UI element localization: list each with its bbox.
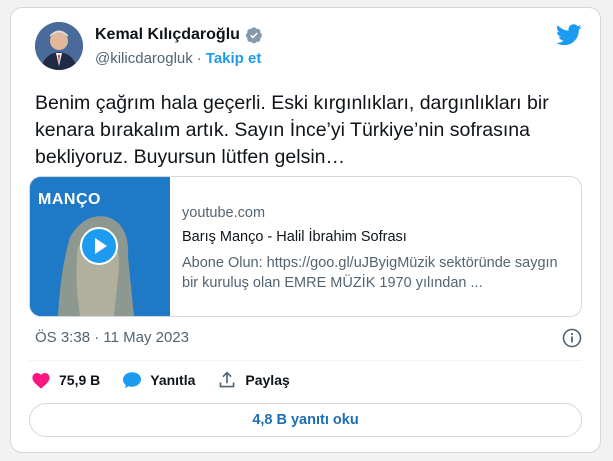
tweet-card: Kemal Kılıçdaroğlu @kilicdarogluk · Takip …	[10, 7, 601, 453]
reply-label: Yanıtla	[150, 372, 196, 388]
tweet-text: Benim çağrım hala geçerli. Eski kırgınlı…	[35, 92, 549, 168]
share-icon	[220, 371, 235, 388]
heart-icon	[32, 373, 50, 389]
reply-button[interactable]: Yanıtla	[122, 371, 195, 389]
action-bar: 75,9 B Yanıtla Paylaş	[31, 371, 312, 389]
twitter-bird-icon[interactable]	[556, 24, 582, 46]
thumbnail-title: MANÇO	[38, 191, 101, 208]
play-icon[interactable]	[80, 227, 118, 265]
author-name-row: Kemal Kılıçdaroğlu	[95, 26, 263, 44]
share-button[interactable]: Paylaş	[217, 371, 290, 389]
follow-button[interactable]: Takip et	[206, 50, 262, 67]
share-label: Paylaş	[245, 372, 290, 388]
divider	[29, 360, 582, 361]
like-button[interactable]: 75,9 B	[31, 371, 100, 389]
info-icon[interactable]	[562, 328, 582, 348]
author-handle-row: @kilicdarogluk · Takip et	[95, 50, 262, 67]
verified-icon	[245, 27, 262, 44]
like-count: 75,9 B	[59, 372, 101, 388]
link-domain: youtube.com	[182, 205, 266, 221]
author-name[interactable]: Kemal Kılıçdaroğlu	[95, 26, 240, 44]
author-handle[interactable]: @kilicdarogluk	[95, 50, 193, 67]
avatar[interactable]	[35, 22, 83, 70]
link-description: Abone Olun: https://goo.gl/uJByigMüzik s…	[182, 255, 558, 291]
link-title: Barış Manço - Halil İbrahim Sofrası	[182, 229, 407, 245]
video-thumbnail[interactable]: MANÇO	[30, 177, 170, 316]
tweet-timestamp[interactable]: ÖS 3:38 · 11 May 2023	[35, 329, 189, 346]
link-preview-card[interactable]: MANÇO youtube.com Barış Manço - Halil İb…	[29, 176, 582, 317]
reply-icon	[123, 372, 142, 389]
read-replies-button[interactable]: 4,8 B yanıtı oku	[29, 403, 582, 437]
